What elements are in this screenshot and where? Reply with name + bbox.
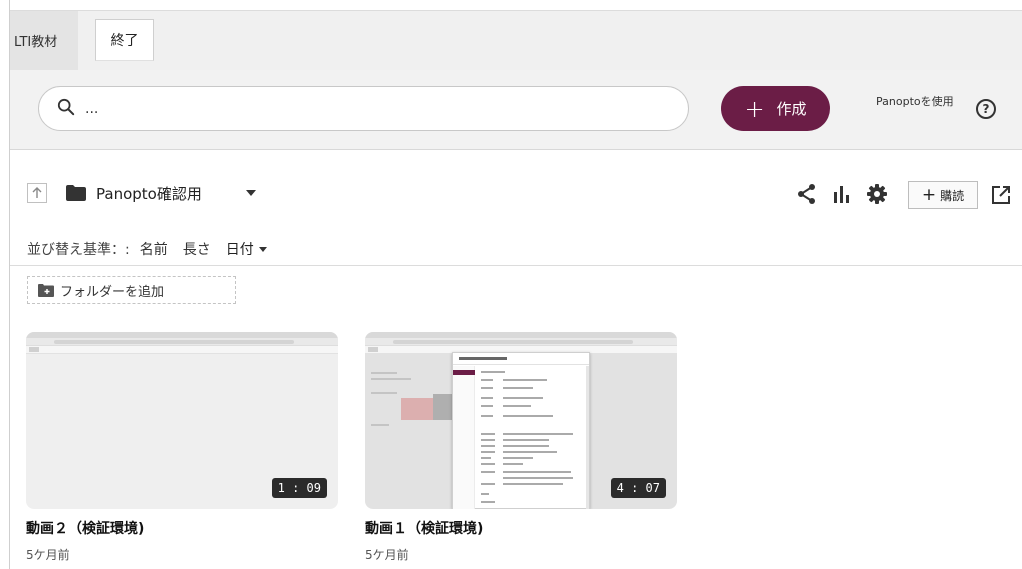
folder-dropdown-icon[interactable] <box>246 190 256 196</box>
gear-icon[interactable] <box>866 183 888 205</box>
subscribe-button[interactable]: + 購読 <box>908 181 978 209</box>
plus-icon: + <box>744 94 765 123</box>
video-title[interactable]: 動画１（検証環境) <box>365 518 677 538</box>
help-icon[interactable]: ? <box>976 99 996 119</box>
create-button[interactable]: + 作成 <box>721 86 830 131</box>
video-age: 5ケ月前 <box>26 548 70 562</box>
search-header: + 作成 Panoptoを使用 ? <box>10 70 1022 150</box>
thumb-url-bar <box>26 338 338 346</box>
tab-lti-material[interactable]: LTI教材 <box>10 11 78 71</box>
video-age: 5ケ月前 <box>365 548 409 562</box>
video-thumbnail[interactable]: 1 : 09 <box>26 332 338 509</box>
video-card[interactable]: 1 : 09 動画２（検証環境) 5ケ月前 <box>26 332 338 563</box>
add-folder-label: フォルダーを追加 <box>60 284 165 300</box>
sort-bar: 並び替え基準：: 名前 長さ 日付 <box>27 239 267 259</box>
video-duration: 1 : 09 <box>271 478 327 498</box>
stats-icon[interactable] <box>832 185 852 203</box>
thumb-url-bar <box>365 338 677 346</box>
sort-option-name[interactable]: 名前 <box>140 239 168 259</box>
search-input[interactable] <box>85 100 645 117</box>
open-external-icon[interactable] <box>991 185 1011 205</box>
thumb-dialog <box>452 352 590 509</box>
share-icon[interactable] <box>796 183 818 205</box>
subscribe-label: 購読 <box>940 188 965 203</box>
end-button[interactable]: 終了 <box>95 19 154 61</box>
search-icon <box>57 98 75 120</box>
use-panopto-link[interactable]: Panoptoを使用 <box>876 95 956 108</box>
up-arrow-icon[interactable] <box>27 183 47 203</box>
sort-option-date-label: 日付 <box>225 242 254 258</box>
sort-label: 並び替え基準：: <box>27 242 130 258</box>
sort-option-length[interactable]: 長さ <box>183 239 211 259</box>
plus-icon: + <box>921 184 937 205</box>
video-title[interactable]: 動画２（検証環境) <box>26 518 338 538</box>
video-duration: 4 : 07 <box>610 478 666 498</box>
video-card[interactable]: 4 : 07 動画１（検証環境) 5ケ月前 <box>365 332 677 563</box>
thumb-tab-row <box>26 346 338 354</box>
tab-strip: LTI教材 終了 <box>10 10 1022 71</box>
sort-option-date[interactable]: 日付 <box>226 239 267 259</box>
video-thumbnail[interactable]: 4 : 07 <box>365 332 677 509</box>
folder-icon <box>66 185 86 201</box>
add-folder-icon <box>38 283 54 297</box>
search-box[interactable] <box>38 86 689 131</box>
sort-descending-icon <box>258 246 267 252</box>
add-folder-button[interactable]: フォルダーを追加 <box>27 276 236 304</box>
divider <box>10 265 1022 266</box>
create-button-label: 作成 <box>776 100 807 118</box>
folder-name[interactable]: Panopto確認用 <box>96 183 202 204</box>
